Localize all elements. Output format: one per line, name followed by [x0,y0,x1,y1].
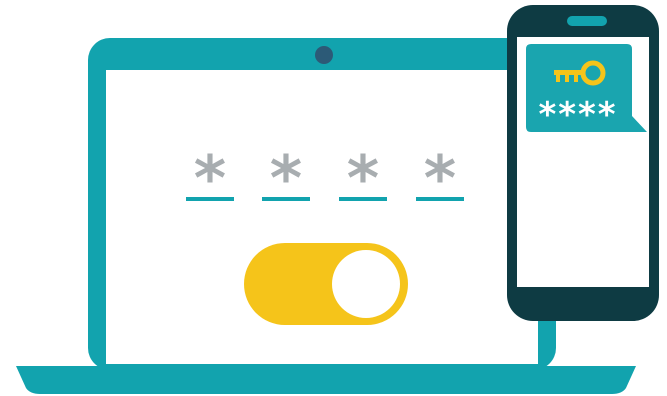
pin-char: * [424,142,456,215]
pin-underline [186,197,234,201]
toggle-switch[interactable] [244,243,408,325]
toggle-knob[interactable] [332,250,400,318]
laptop-camera [315,46,333,64]
pin-char: * [270,142,302,215]
pin-char: * [194,142,226,215]
pin-underline [262,197,310,201]
pin-underline [339,197,387,201]
illustration: * * * * **** [16,5,659,394]
phone: **** [507,5,659,321]
laptop-base [16,366,636,394]
sms-code: **** [538,95,617,135]
phone-speaker [567,16,607,26]
pin-underline [416,197,464,201]
sms-bubble: **** [526,44,647,135]
pin-char: * [347,142,379,215]
